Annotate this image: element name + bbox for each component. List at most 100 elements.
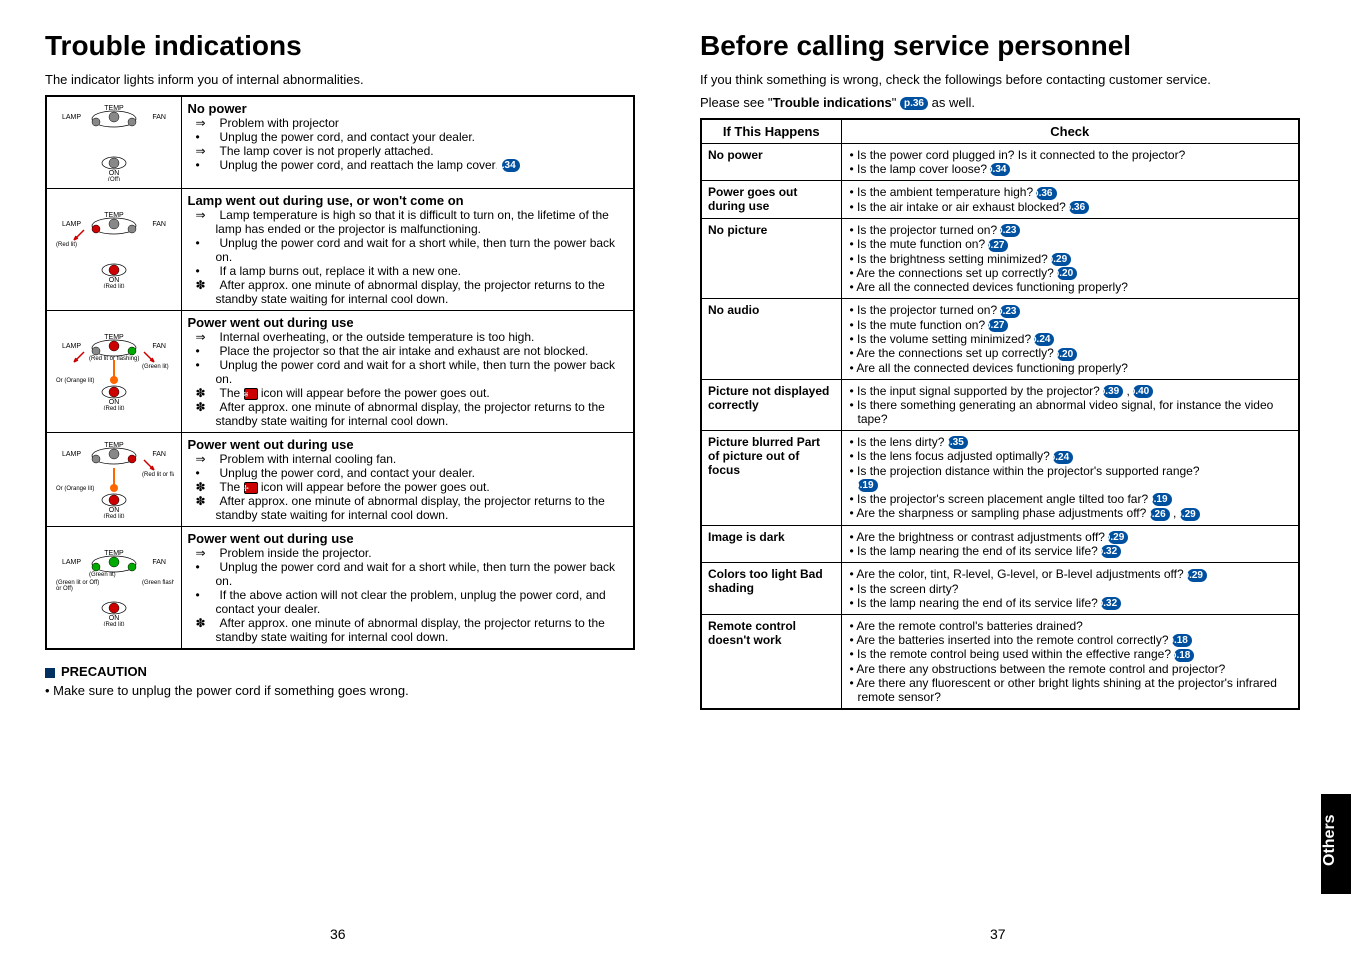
svg-text:(Red lit or flashing): (Red lit or flashing) (142, 472, 174, 478)
page-ref: p.29 (1108, 531, 1128, 544)
check-item: • Is the power cord plugged in? Is it co… (848, 148, 1293, 162)
check-item: • Is the ambient temperature high? p.36 (848, 185, 1293, 199)
check-item: • Are the batteries inserted into the re… (848, 633, 1293, 647)
check-item: • Are the color, tint, R-level, G-level,… (848, 567, 1293, 581)
svg-text:(Green lit): (Green lit) (142, 364, 169, 370)
svg-text:or Off): or Off) (56, 586, 73, 592)
page-ref: p.29 (1187, 569, 1207, 582)
svg-text:(Green lit): (Green lit) (89, 572, 116, 578)
trouble-row: TEMP LAMP FAN ON (Red lit) (Red lit) Lam… (46, 189, 634, 311)
check-item: • Are all the connected devices function… (848, 280, 1293, 294)
trouble-line: •Place the projector so that the air int… (206, 344, 628, 358)
trouble-line: •Unplug the power cord, and reattach the… (206, 158, 628, 172)
indicator-diagram: TEMP LAMP FAN ON (Off) (46, 96, 181, 189)
page-ref: p.32 (1101, 545, 1121, 558)
svg-text:(Red lit): (Red lit) (56, 242, 77, 248)
page-ref: p.35 (948, 436, 968, 449)
page-ref: p.18 (1174, 649, 1194, 662)
right-page: Before calling service personnel If you … (700, 30, 1300, 710)
check-item: • Are the brightness or contrast adjustm… (848, 530, 1293, 544)
svg-text:LAMP: LAMP (62, 451, 81, 458)
svg-text:(Green flashing): (Green flashing) (142, 580, 174, 586)
check-item: • Are there any fluorescent or other bri… (848, 676, 1293, 704)
check-cell: • Is the ambient temperature high? p.36•… (841, 181, 1299, 219)
check-row: Remote control doesn't work• Are the rem… (701, 614, 1299, 708)
page-ref: p.36 (900, 97, 928, 110)
intro2b: Trouble indications (773, 95, 892, 110)
check-cell: • Are the brightness or contrast adjustm… (841, 525, 1299, 563)
check-cell: • Is the lens dirty? p.35• Is the lens f… (841, 431, 1299, 526)
happens-cell: No audio (701, 299, 841, 379)
check-item: • Are the connections set up correctly? … (848, 266, 1293, 280)
trouble-line: ✽After approx. one minute of abnormal di… (206, 400, 628, 428)
trouble-description: No power⇒Problem with projector•Unplug t… (181, 96, 634, 189)
heat-icon: ≋ (244, 388, 258, 400)
check-item: • Is the volume setting minimized? p.24 (848, 332, 1293, 346)
svg-text:(Red lit): (Red lit) (103, 514, 124, 518)
trouble-line: ⇒Internal overheating, or the outside te… (206, 330, 628, 344)
page-ref: p.32 (1101, 597, 1121, 610)
check-row: Picture not displayed correctly• Is the … (701, 379, 1299, 430)
trouble-line: ✽After approx. one minute of abnormal di… (206, 616, 628, 644)
check-item: • Is the screen dirty? (848, 582, 1293, 596)
page-ref: p.34 (990, 163, 1010, 176)
precaution-text: • Make sure to unplug the power cord if … (45, 683, 635, 698)
trouble-line: ⇒Lamp temperature is high so that it is … (206, 208, 628, 236)
trouble-title: Lamp went out during use, or won't come … (188, 193, 628, 208)
check-item: • Are the sharpness or sampling phase ad… (848, 506, 1293, 520)
check-item: • Is the lamp cover loose? p.34 (848, 162, 1293, 176)
trouble-line: •Unplug the power cord, and contact your… (206, 130, 628, 144)
trouble-row: TEMP LAMP FAN ON (Red lit) (Red lit or f… (46, 311, 634, 433)
check-item: • Is the lamp nearing the end of its ser… (848, 596, 1293, 610)
check-row: Power goes out during use• Is the ambien… (701, 181, 1299, 219)
happens-cell: Colors too light Bad shading (701, 563, 841, 615)
page-ref: p.20 (1057, 267, 1077, 280)
svg-text:(Red lit): (Red lit) (103, 284, 124, 288)
svg-text:LAMP: LAMP (62, 221, 81, 228)
svg-text:FAN: FAN (152, 451, 166, 458)
service-heading: Before calling service personnel (700, 30, 1300, 62)
check-item: • Is the lens focus adjusted optimally? … (848, 449, 1293, 463)
page-number-left: 36 (330, 926, 346, 942)
check-item: • Is the lens dirty? p.35 (848, 435, 1293, 449)
happens-cell: No picture (701, 219, 841, 299)
trouble-line: ⇒Problem inside the projector. (206, 546, 628, 560)
happens-cell: Picture blurred Part of picture out of f… (701, 431, 841, 526)
check-item: • Are all the connected devices function… (848, 361, 1293, 375)
page-ref: p.19 (1152, 493, 1172, 506)
check-row: No power• Is the power cord plugged in? … (701, 144, 1299, 181)
page-ref: p.34 (502, 159, 520, 172)
check-item: • Is the mute function on? p.27 (848, 237, 1293, 251)
trouble-line: •Unplug the power cord and wait for a sh… (206, 358, 628, 386)
precaution-heading: PRECAUTION (45, 664, 635, 679)
page-ref: p.36 (1036, 187, 1056, 200)
check-item: • Are the remote control's batteries dra… (848, 619, 1293, 633)
page-ref: p.36 (1069, 201, 1089, 214)
svg-text:(Red lit or flashing): (Red lit or flashing) (89, 356, 139, 362)
happens-cell: Image is dark (701, 525, 841, 563)
trouble-row: TEMP LAMP FAN ON (Off) No power⇒Problem … (46, 96, 634, 189)
page-ref: p.39 (1103, 385, 1123, 398)
page-ref: p.23 (1000, 305, 1020, 318)
check-cell: • Is the power cord plugged in? Is it co… (841, 144, 1299, 181)
trouble-line: ✽The ≋ icon will appear before the power… (206, 386, 628, 400)
svg-text:LAMP: LAMP (62, 559, 81, 566)
trouble-row: TEMP LAMP FAN ON (Red lit) (Green lit)(G… (46, 527, 634, 650)
trouble-line: ✽After approx. one minute of abnormal di… (206, 278, 628, 306)
col-check: Check (841, 119, 1299, 144)
trouble-title: Power went out during use (188, 437, 628, 452)
col-happens: If This Happens (701, 119, 841, 144)
svg-text:ON: ON (109, 507, 120, 514)
svg-text:Or (Orange lit): Or (Orange lit) (56, 378, 94, 384)
check-row: Colors too light Bad shading • Are the co… (701, 563, 1299, 615)
intro2d: as well. (928, 95, 975, 110)
precaution-label: PRECAUTION (61, 664, 147, 679)
svg-text:LAMP: LAMP (62, 114, 81, 121)
trouble-line: ⇒Problem with projector (206, 116, 628, 130)
svg-text:FAN: FAN (152, 343, 166, 350)
svg-text:FAN: FAN (152, 221, 166, 228)
side-tab-others: Others (1321, 794, 1351, 894)
page-ref: p.20 (1057, 348, 1077, 361)
service-intro-1: If you think something is wrong, check t… (700, 72, 1300, 87)
check-cell: • Is the input signal supported by the p… (841, 379, 1299, 430)
